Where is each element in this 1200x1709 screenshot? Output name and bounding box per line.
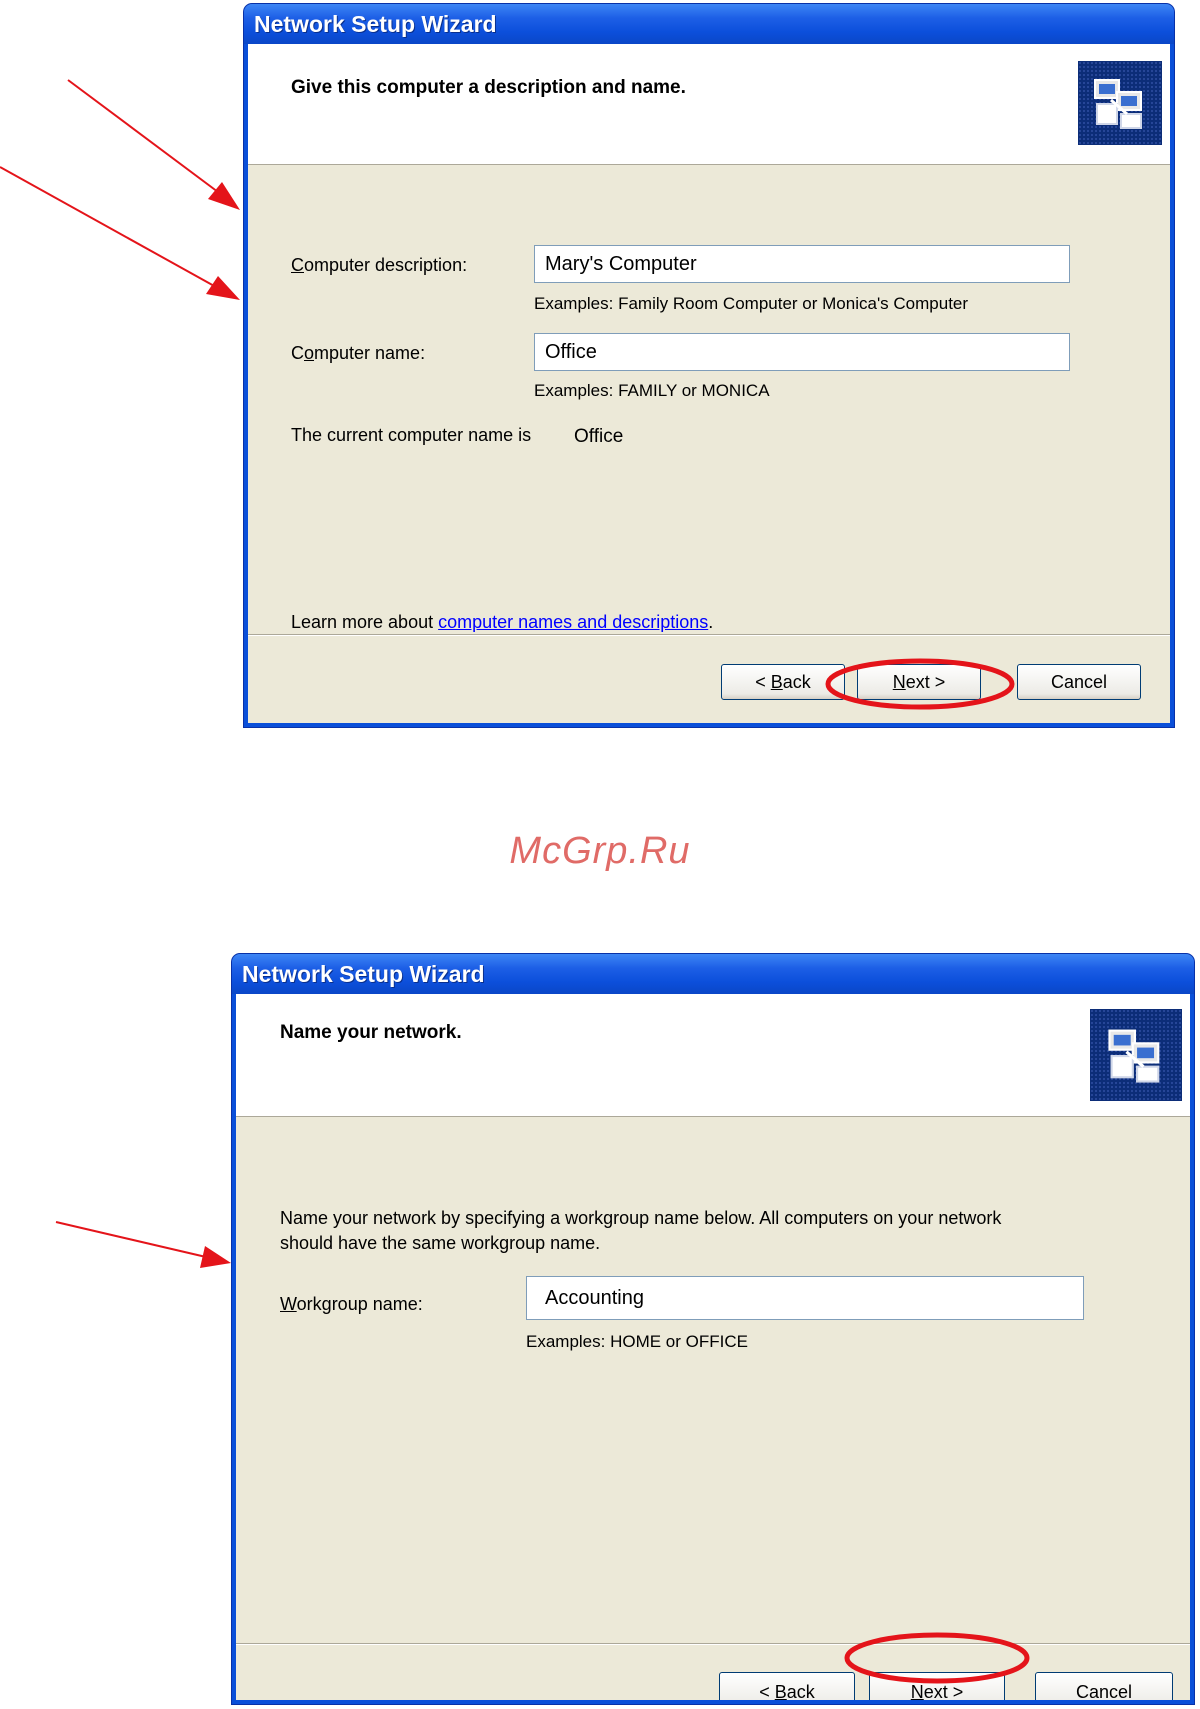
footer-separator xyxy=(236,1643,1190,1645)
computer-description-input[interactable]: Mary's Computer xyxy=(534,245,1070,283)
page-heading: Give this computer a description and nam… xyxy=(291,77,686,98)
watermark-text: McGrp.Ru xyxy=(509,830,691,872)
workgroup-name-input[interactable]: Accounting xyxy=(526,1276,1084,1320)
wizard-header: Give this computer a description and nam… xyxy=(248,44,1170,165)
red-arrow-icon xyxy=(0,166,240,300)
computer-names-help-link[interactable]: computer names and descriptions xyxy=(438,612,708,632)
red-arrow-icon xyxy=(55,1221,231,1268)
footer-separator xyxy=(248,634,1170,636)
window-title: Network Setup Wizard xyxy=(242,961,485,987)
workgroup-name-hint: Examples: HOME or OFFICE xyxy=(526,1332,748,1351)
wizard-dialog-network-name: Network Setup Wizard Name your network. … xyxy=(231,953,1195,1705)
dialog-client-area: Give this computer a description and nam… xyxy=(248,44,1170,723)
wizard-dialog-computer-name: Network Setup Wizard Give this computer … xyxy=(243,3,1175,728)
current-name-label: The current computer name is xyxy=(291,425,532,445)
computer-description-hint: Examples: Family Room Computer or Monica… xyxy=(534,294,969,313)
title-bar[interactable]: Network Setup Wizard xyxy=(232,954,1194,994)
current-name-value: Office xyxy=(574,426,624,447)
next-button[interactable]: Next > xyxy=(869,1672,1005,1700)
back-button[interactable]: < Back xyxy=(721,664,845,700)
learn-more-text: Learn more about computer names and desc… xyxy=(291,612,714,632)
network-computers-icon xyxy=(1078,61,1162,145)
cancel-button[interactable]: Cancel xyxy=(1017,664,1141,700)
intro-text-line1: Name your network by specifying a workgr… xyxy=(280,1208,1002,1228)
red-arrow-icon xyxy=(67,79,240,210)
computer-name-hint: Examples: FAMILY or MONICA xyxy=(534,381,770,400)
computer-description-label: Computer description: xyxy=(291,255,468,275)
next-button[interactable]: Next > xyxy=(857,664,981,700)
intro-text-line2: should have the same workgroup name. xyxy=(280,1233,601,1253)
dialog-client-area: Name your network. Name your network by … xyxy=(236,994,1190,1700)
title-bar[interactable]: Network Setup Wizard xyxy=(244,4,1174,44)
wizard-header: Name your network. xyxy=(236,994,1190,1117)
workgroup-name-label: Workgroup name: xyxy=(280,1294,423,1314)
network-computers-icon xyxy=(1090,1009,1182,1101)
computer-name-label: Computer name: xyxy=(291,343,426,363)
window-title: Network Setup Wizard xyxy=(254,11,497,37)
page-heading: Name your network. xyxy=(280,1022,462,1043)
cancel-button[interactable]: Cancel xyxy=(1035,1672,1173,1700)
computer-name-input[interactable]: Office xyxy=(534,333,1070,371)
back-button[interactable]: < Back xyxy=(719,1672,855,1700)
